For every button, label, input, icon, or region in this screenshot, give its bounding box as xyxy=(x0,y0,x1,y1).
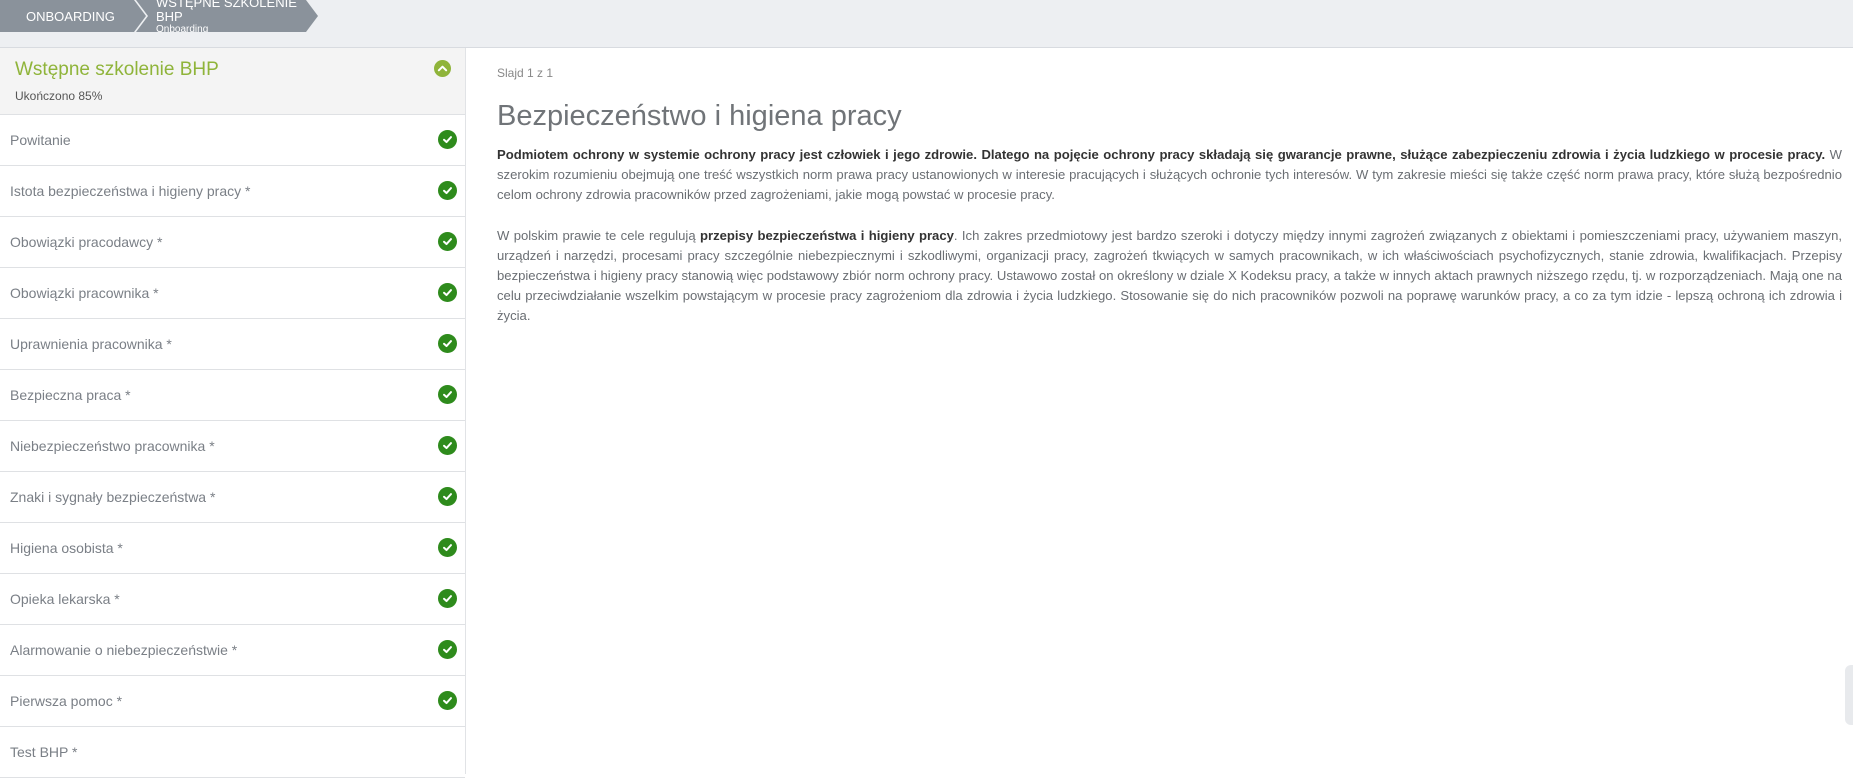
course-header: Wstępne szkolenie BHP Ukończono 85% xyxy=(0,48,465,115)
lesson-item[interactable]: Obowiązki pracodawcy * xyxy=(0,217,465,268)
course-sidebar: Wstępne szkolenie BHP Ukończono 85% Powi… xyxy=(0,48,466,778)
check-circle-icon xyxy=(438,691,457,710)
lesson-item[interactable]: Test BHP * xyxy=(0,727,465,778)
lesson-item[interactable]: Bezpieczna praca * xyxy=(0,370,465,421)
check-circle-icon xyxy=(438,589,457,608)
paragraph-2: W polskim prawie te cele regulują przepi… xyxy=(497,226,1842,326)
check-circle-icon xyxy=(438,487,457,506)
check-circle-icon xyxy=(438,283,457,302)
lesson-item[interactable]: Powitanie xyxy=(0,115,465,166)
check-circle-icon xyxy=(438,334,457,353)
breadcrumb-sub-label: Onboarding xyxy=(156,24,209,36)
course-title: Wstępne szkolenie BHP xyxy=(15,59,219,80)
lesson-item[interactable]: Obowiązki pracownika * xyxy=(0,268,465,319)
top-bar: ONBOARDING WSTĘPNE SZKOLENIE BHP Onboard… xyxy=(0,0,1853,48)
check-circle-icon xyxy=(438,232,457,251)
lesson-item[interactable]: Znaki i sygnały bezpieczeństwa * xyxy=(0,472,465,523)
lesson-item-label: Istota bezpieczeństwa i higieny pracy * xyxy=(10,183,251,199)
paragraph-1-bold: Podmiotem ochrony w systemie ochrony pra… xyxy=(497,147,1826,162)
check-circle-icon xyxy=(438,538,457,557)
check-circle-icon xyxy=(438,130,457,149)
lesson-item[interactable]: Uprawnienia pracownika * xyxy=(0,319,465,370)
lesson-item-label: Uprawnienia pracownika * xyxy=(10,336,172,352)
breadcrumb-label: WSTĘPNE SZKOLENIE BHP xyxy=(156,0,297,24)
check-circle-icon xyxy=(438,436,457,455)
lesson-item[interactable]: Pierwsza pomoc * xyxy=(0,676,465,727)
course-progress: Ukończono 85% xyxy=(15,89,103,103)
scroll-handle[interactable] xyxy=(1845,665,1853,725)
lesson-item-label: Znaki i sygnały bezpieczeństwa * xyxy=(10,489,216,505)
check-circle-icon xyxy=(438,385,457,404)
check-circle-icon xyxy=(438,181,457,200)
slide-counter: Slajd 1 z 1 xyxy=(497,66,554,80)
lesson-item-label: Pierwsza pomoc * xyxy=(10,693,123,709)
lesson-item-label: Alarmowanie o niebezpieczeństwie * xyxy=(10,642,238,658)
check-circle-icon xyxy=(438,640,457,659)
paragraph-2-bold: przepisy bezpieczeństwa i higieny pracy xyxy=(699,228,954,243)
lesson-item-label: Test BHP * xyxy=(10,744,78,760)
lesson-item-label: Higiena osobista * xyxy=(10,540,123,556)
lesson-item-label: Bezpieczna praca * xyxy=(10,387,131,403)
paragraph-2-start: W polskim prawie te cele regulują xyxy=(497,228,700,243)
breadcrumb-label: ONBOARDING xyxy=(26,8,115,24)
lesson-item[interactable]: Higiena osobista * xyxy=(0,523,465,574)
chevron-up-icon[interactable] xyxy=(434,60,451,77)
breadcrumb-course[interactable]: WSTĘPNE SZKOLENIE BHP Onboarding xyxy=(136,0,318,32)
slide-content: Slajd 1 z 1 Bezpieczeństwo i higiena pra… xyxy=(497,48,1842,774)
lesson-item-label: Obowiązki pracownika * xyxy=(10,285,159,301)
lesson-item[interactable]: Alarmowanie o niebezpieczeństwie * xyxy=(0,625,465,676)
lesson-item-label: Niebezpieczeństwo pracownika * xyxy=(10,438,215,454)
slide-heading: Bezpieczeństwo i higiena pracy xyxy=(497,100,902,132)
lesson-item-label: Powitanie xyxy=(10,132,71,148)
paragraph-1: Podmiotem ochrony w systemie ochrony pra… xyxy=(497,145,1842,205)
lesson-item[interactable]: Niebezpieczeństwo pracownika * xyxy=(0,421,465,472)
lesson-item[interactable]: Istota bezpieczeństwa i higieny pracy * xyxy=(0,166,465,217)
lesson-item[interactable]: Opieka lekarska * xyxy=(0,574,465,625)
breadcrumb-onboarding[interactable]: ONBOARDING xyxy=(0,0,146,32)
lesson-item-label: Opieka lekarska * xyxy=(10,591,120,607)
lesson-item-label: Obowiązki pracodawcy * xyxy=(10,234,163,250)
lesson-list: Powitanie Istota bezpieczeństwa i higieny… xyxy=(0,115,465,778)
